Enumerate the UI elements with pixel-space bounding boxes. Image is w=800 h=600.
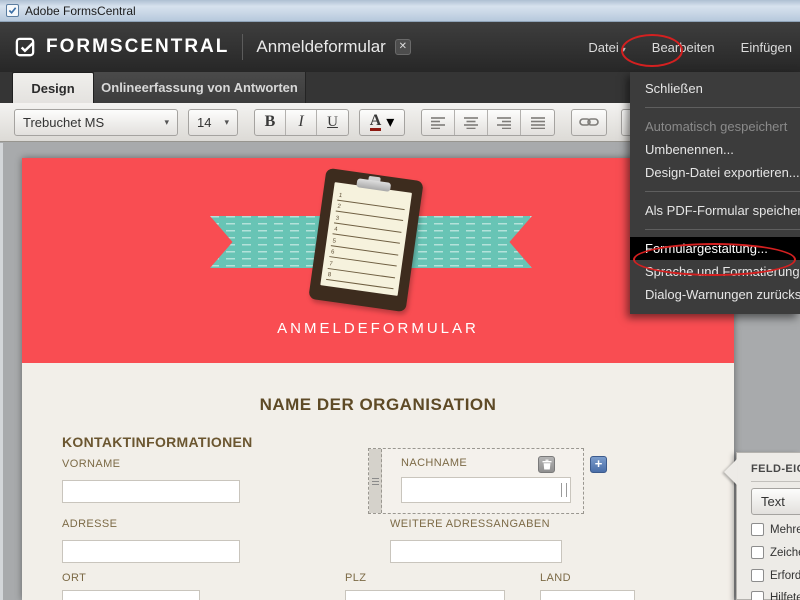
chevron-down-icon: ▾ (386, 112, 394, 132)
window-title: Adobe FormsCentral (25, 4, 136, 18)
field-label-vorname[interactable]: VORNAME (62, 458, 120, 470)
panel-divider (751, 481, 800, 482)
checkbox-zeichenbegrenzung[interactable]: Zeichenbegrenzung (751, 546, 800, 559)
add-field-button[interactable]: + (590, 456, 607, 473)
chevron-down-icon: ▾ (622, 45, 626, 54)
align-right-button[interactable] (488, 110, 521, 135)
menu-item-dialog-warnungen[interactable]: Dialog-Warnungen zurücksetzen (630, 283, 800, 306)
align-justify-button[interactable] (521, 110, 554, 135)
nachname-input[interactable] (401, 477, 571, 503)
menu-item-als-pdf-speichern[interactable]: Als PDF-Formular speichern (630, 199, 800, 222)
checkbox-mehrere-zeilen[interactable]: Mehrere Zeilen (751, 523, 800, 536)
banner-title: ANMELDEFORMULAR (22, 320, 734, 337)
field-type-select[interactable]: Text (751, 488, 800, 515)
land-input[interactable] (540, 590, 635, 600)
link-icon (579, 117, 599, 127)
field-properties-panel: FELD-EIGENSCHAFTEN Text Mehrere Zeilen Z… (736, 452, 800, 600)
resize-handle[interactable] (561, 483, 567, 497)
app-window: Adobe FormsCentral FORMSCENTRAL Anmeldef… (0, 0, 800, 600)
italic-button[interactable]: I (286, 110, 317, 135)
menu-datei[interactable]: Datei▾ (588, 40, 625, 55)
field-label-adresse[interactable]: ADRESSE (62, 518, 117, 530)
chevron-down-icon: ▾ (164, 117, 169, 128)
formscentral-logo-icon (14, 36, 37, 59)
clipboard-graphic: 1 2 3 4 5 6 7 8 (308, 168, 423, 312)
align-left-button[interactable] (422, 110, 455, 135)
field-label-plz[interactable]: PLZ (345, 572, 366, 584)
checkbox-icon[interactable] (751, 523, 764, 536)
menu-einfuegen[interactable]: Einfügen (741, 40, 792, 55)
field-label-ort[interactable]: ORT (62, 572, 86, 584)
form-page: 1 2 3 4 5 6 7 8 ANMELDEFORMULAR NAME DER… (22, 158, 734, 600)
adresse-input[interactable] (62, 540, 240, 563)
font-family-select[interactable]: Trebuchet MS ▾ (14, 109, 178, 136)
menu-item-schliessen[interactable]: Schließen (630, 77, 800, 100)
vorname-input[interactable] (62, 480, 240, 503)
alignment-group (421, 109, 555, 136)
field-label-land[interactable]: LAND (540, 572, 571, 584)
bold-button[interactable]: B (255, 110, 286, 135)
font-size-select[interactable]: 14 ▾ (188, 109, 238, 136)
menu-separator (645, 107, 800, 108)
checkbox-hilfetext[interactable]: Hilfetext (751, 591, 800, 600)
ort-input[interactable] (62, 590, 200, 600)
form-heading[interactable]: NAME DER ORGANISATION (22, 395, 734, 415)
menu-bearbeiten[interactable]: Bearbeiten (652, 40, 715, 55)
brand-name: FORMSCENTRAL (46, 36, 229, 58)
font-color-button[interactable]: A ▾ (359, 109, 405, 136)
hyperlink-button[interactable] (571, 109, 607, 136)
menubar: Datei▾ Bearbeiten Einfügen (588, 22, 800, 72)
menu-item-automatisch-gespeichert: Automatisch gespeichert (630, 115, 800, 138)
checkbox-icon[interactable] (751, 546, 764, 559)
menu-item-umbenennen[interactable]: Umbenennen... (630, 138, 800, 161)
panel-pointer (724, 459, 737, 485)
underline-button[interactable]: U (317, 110, 348, 135)
document-name: Anmeldeformular (256, 37, 385, 57)
align-center-button[interactable] (455, 110, 488, 135)
section-heading[interactable]: KONTAKTINFORMATIONEN (62, 434, 253, 450)
app-header: FORMSCENTRAL Anmeldeformular ✕ Datei▾ Be… (0, 22, 800, 72)
delete-field-button[interactable] (538, 456, 555, 473)
field-label-weitere-adressangaben[interactable]: WEITERE ADRESSANGABEN (390, 518, 550, 530)
menu-separator (645, 229, 800, 230)
menu-item-formulargestaltung[interactable]: Formulargestaltung... (630, 237, 800, 260)
selected-field-nachname[interactable]: NACHNAME + (368, 448, 584, 514)
file-menu: Schließen Automatisch gespeichert Umbene… (630, 72, 800, 314)
checkbox-icon[interactable] (751, 569, 764, 582)
checkbox-erforderlich[interactable]: Erforderlich (751, 569, 800, 582)
trash-icon (542, 459, 552, 470)
checkbox-icon[interactable] (751, 591, 764, 600)
plz-input[interactable] (345, 590, 505, 600)
tab-design[interactable]: Design (12, 72, 94, 103)
tab-onlineerfassung[interactable]: Onlineerfassung von Antworten (94, 72, 306, 103)
text-style-group: B I U (254, 109, 349, 136)
form-banner: 1 2 3 4 5 6 7 8 ANMELDEFORMULAR (22, 158, 734, 363)
close-document-icon[interactable]: ✕ (395, 39, 411, 55)
field-label-nachname[interactable]: NACHNAME (401, 457, 467, 469)
menu-separator (645, 191, 800, 192)
panel-title: FELD-EIGENSCHAFTEN (751, 463, 800, 475)
menu-item-sprache-und-formatierung[interactable]: Sprache und Formatierung (630, 260, 800, 283)
chevron-down-icon: ▾ (224, 117, 229, 128)
clipboard-paper: 1 2 3 4 5 6 7 8 (320, 182, 412, 296)
drag-handle[interactable] (369, 449, 382, 513)
menu-item-design-datei-exportieren[interactable]: Design-Datei exportieren... (630, 161, 800, 184)
app-icon (6, 4, 19, 17)
header-divider (242, 34, 243, 60)
titlebar: Adobe FormsCentral (0, 0, 800, 22)
weitere-adressangaben-input[interactable] (390, 540, 562, 563)
